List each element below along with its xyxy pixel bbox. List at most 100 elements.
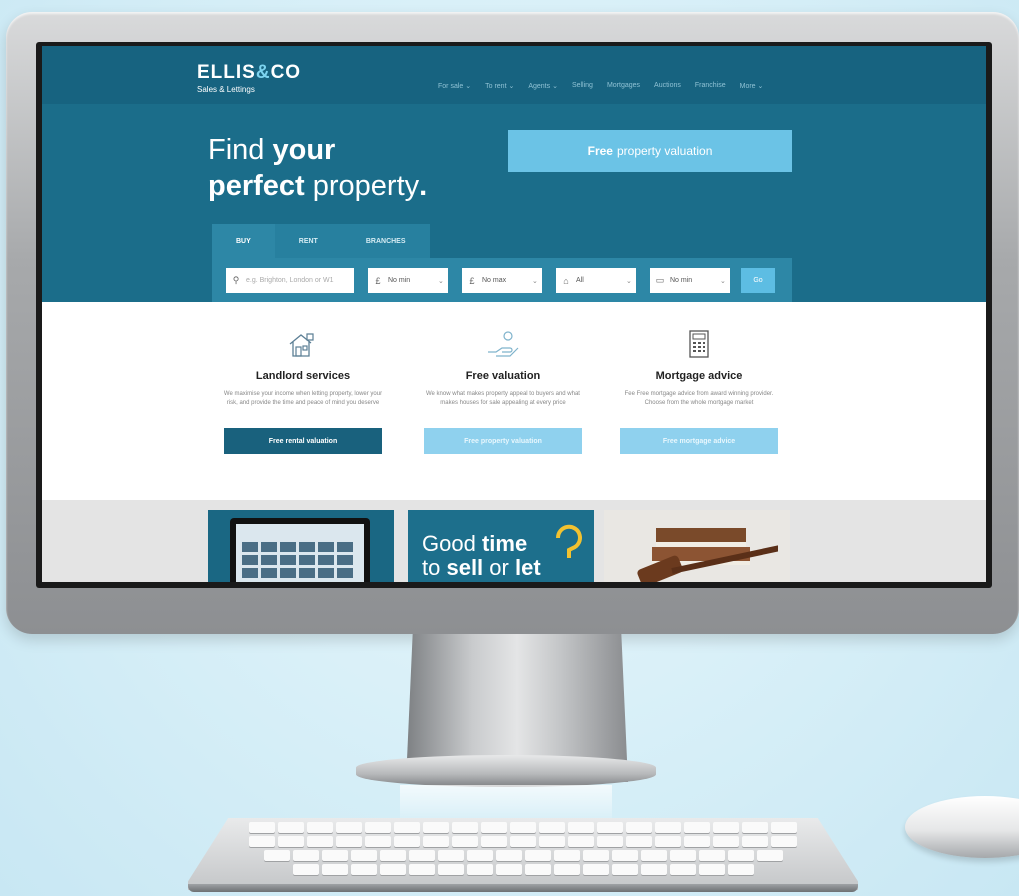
keyboard-edge <box>188 884 858 892</box>
min-price-select[interactable]: £ No min ⌄ <box>368 268 448 293</box>
pound-icon: £ <box>375 275 381 286</box>
tab-rent[interactable]: RENT <box>275 224 342 258</box>
keyboard-key <box>742 822 768 833</box>
property-type-select[interactable]: ⌂ All ⌄ <box>556 268 636 293</box>
keyboard-key <box>263 850 290 861</box>
promo-headline: Good time to sell or let <box>422 531 541 580</box>
nav-mortgages[interactable]: Mortgages <box>607 82 640 90</box>
keyboard-key <box>365 836 391 847</box>
search-row: ⚲ e.g. Brighton, London or W1 £ No min ⌄… <box>212 258 792 302</box>
keyboard-key <box>307 836 333 847</box>
chevron-down-icon: ⌄ <box>438 277 444 285</box>
promo-tile-laptop[interactable] <box>208 510 394 582</box>
house-icon <box>218 330 388 358</box>
keyboard-key <box>553 864 580 875</box>
keyboard-key <box>336 836 362 847</box>
keyboard-key <box>713 836 739 847</box>
bedrooms-select[interactable]: ▭ No min ⌄ <box>650 268 730 293</box>
keyboard-key <box>466 850 493 861</box>
keyboard-key <box>582 864 609 875</box>
keyboard-key <box>437 850 464 861</box>
promo-section: Good time to sell or let <box>42 500 986 582</box>
keyboard-key <box>292 864 319 875</box>
keyboard-key <box>466 864 493 875</box>
search-tabs: BUY RENT BRANCHES <box>212 224 430 258</box>
keyboard-key <box>423 836 449 847</box>
keyboard-key <box>771 836 797 847</box>
service-landlord: Landlord services We maximise your incom… <box>218 330 388 454</box>
keyboard-key <box>553 850 580 861</box>
keyboard-key <box>278 836 304 847</box>
property-type-value: All <box>576 277 584 284</box>
monitor-stand-foot <box>356 755 656 787</box>
max-price-select[interactable]: £ No max ⌄ <box>462 268 542 293</box>
keyboard-key <box>452 836 478 847</box>
nav-more[interactable]: More ⌄ <box>740 82 764 90</box>
keyboard-key <box>510 822 536 833</box>
service-title: Landlord services <box>255 370 351 382</box>
nav-for-sale[interactable]: For sale ⌄ <box>438 82 471 90</box>
keyboard-key <box>568 822 594 833</box>
keyboard-key <box>278 822 304 833</box>
keyboard-key <box>394 836 420 847</box>
keyboard-key <box>350 850 377 861</box>
tab-buy[interactable]: BUY <box>212 224 275 258</box>
location-placeholder: e.g. Brighton, London or W1 <box>246 277 334 284</box>
keyboard-key <box>597 836 623 847</box>
keyboard-key <box>408 864 435 875</box>
gavel-books-image <box>637 528 778 582</box>
keyboard-key <box>524 850 551 861</box>
free-property-valuation-button[interactable]: Free property valuation <box>424 428 582 454</box>
keyboard-key <box>481 836 507 847</box>
tab-branches[interactable]: BRANCHES <box>342 224 430 258</box>
free-rental-valuation-button[interactable]: Free rental valuation <box>224 428 382 454</box>
hero-headline: Find your perfect property. <box>208 134 428 202</box>
keyboard-key <box>611 864 638 875</box>
promo-tile-good-time[interactable]: Good time to sell or let <box>408 510 594 582</box>
keyboard-key <box>321 850 348 861</box>
free-mortgage-advice-button[interactable]: Free mortgage advice <box>620 428 778 454</box>
free-valuation-button[interactable]: Free property valuation <box>508 130 792 172</box>
chevron-down-icon: ⌄ <box>626 277 632 285</box>
keyboard-key <box>727 850 754 861</box>
nav-to-rent[interactable]: To rent ⌄ <box>485 82 514 90</box>
keyboard-key <box>510 836 536 847</box>
keyboard-key <box>292 850 319 861</box>
keyboard-key <box>539 836 565 847</box>
keyboard-key <box>495 864 522 875</box>
navbar: ELLIS&CO Sales & Lettings For sale ⌄ To … <box>42 46 986 104</box>
bedrooms-value: No min <box>670 277 693 284</box>
keyboard-key <box>771 822 797 833</box>
nav-agents[interactable]: Agents ⌄ <box>528 82 558 90</box>
keyboard-key <box>379 864 406 875</box>
service-mortgage: Mortgage advice Fee Free mortgage advice… <box>614 330 784 454</box>
nav-auctions[interactable]: Auctions <box>654 82 681 90</box>
nav-franchise[interactable]: Franchise <box>695 82 726 90</box>
service-valuation: Free valuation We know what makes proper… <box>418 330 588 454</box>
keyboard-key <box>365 822 391 833</box>
keyboard-key <box>626 822 652 833</box>
service-description: Fee Free mortgage advice from award winn… <box>624 391 774 406</box>
keyboard-key <box>655 836 681 847</box>
keyboard-key <box>611 850 638 861</box>
nav-selling[interactable]: Selling <box>572 82 593 90</box>
pound-icon: £ <box>469 275 475 286</box>
promo-tile-auction[interactable] <box>604 510 790 582</box>
keyboard <box>188 818 858 890</box>
laptop-image <box>230 518 370 582</box>
keyboard-key <box>640 864 667 875</box>
keyboard-key <box>495 850 522 861</box>
keyboard-key <box>307 822 333 833</box>
location-input[interactable]: ⚲ e.g. Brighton, London or W1 <box>226 268 354 293</box>
search-go-button[interactable]: Go <box>741 268 775 293</box>
keyboard-key <box>379 850 406 861</box>
keyboard-key <box>640 850 667 861</box>
service-title: Free valuation <box>465 370 541 382</box>
screen: ELLIS&CO Sales & Lettings For sale ⌄ To … <box>42 46 986 582</box>
site-logo[interactable]: ELLIS&CO Sales & Lettings <box>197 62 301 94</box>
keyboard-key <box>524 864 551 875</box>
service-description: We maximise your income when letting pro… <box>223 391 383 406</box>
house-icon: ⌂ <box>563 275 569 286</box>
keyboard-key <box>713 822 739 833</box>
min-price-value: No min <box>388 277 411 284</box>
